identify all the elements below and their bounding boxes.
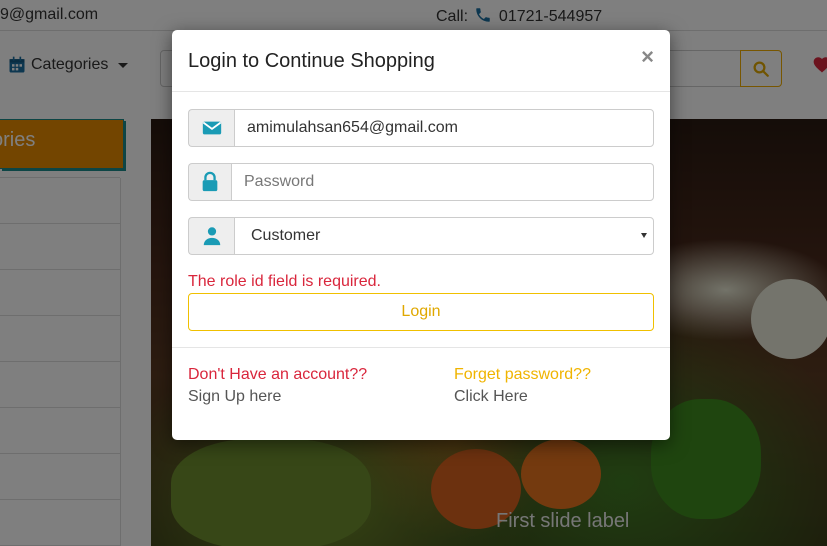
lock-icon [202, 171, 218, 192]
forgot-section: Forget password?? Click Here [454, 364, 591, 408]
signup-section: Don't Have an account?? Sign Up here [188, 364, 367, 408]
email-input-group [188, 109, 654, 147]
role-select[interactable]: Customer [234, 217, 654, 255]
envelope-icon [202, 121, 221, 135]
password-input-group [188, 163, 654, 201]
password-addon [188, 163, 231, 201]
forgot-question: Forget password?? [454, 366, 591, 383]
email-field[interactable] [234, 109, 654, 147]
login-modal: Login to Continue Shopping × Customer Th… [172, 30, 670, 440]
forgot-link[interactable]: Click Here [454, 386, 591, 408]
user-icon [203, 227, 220, 246]
role-addon [188, 217, 234, 255]
role-select-value: Customer [251, 227, 321, 244]
signup-question: Don't Have an account?? [188, 366, 368, 383]
email-addon [188, 109, 234, 147]
modal-footer-divider [172, 347, 670, 348]
password-field[interactable] [231, 163, 654, 201]
login-button[interactable]: Login [188, 293, 654, 331]
modal-title: Login to Continue Shopping [188, 50, 435, 72]
modal-header: Login to Continue Shopping × [172, 30, 670, 92]
chevron-down-icon [641, 233, 647, 238]
close-button[interactable]: × [641, 46, 654, 68]
role-input-group: Customer [188, 217, 654, 255]
signup-link[interactable]: Sign Up here [188, 386, 367, 408]
role-error-message: The role id field is required. [188, 273, 381, 290]
